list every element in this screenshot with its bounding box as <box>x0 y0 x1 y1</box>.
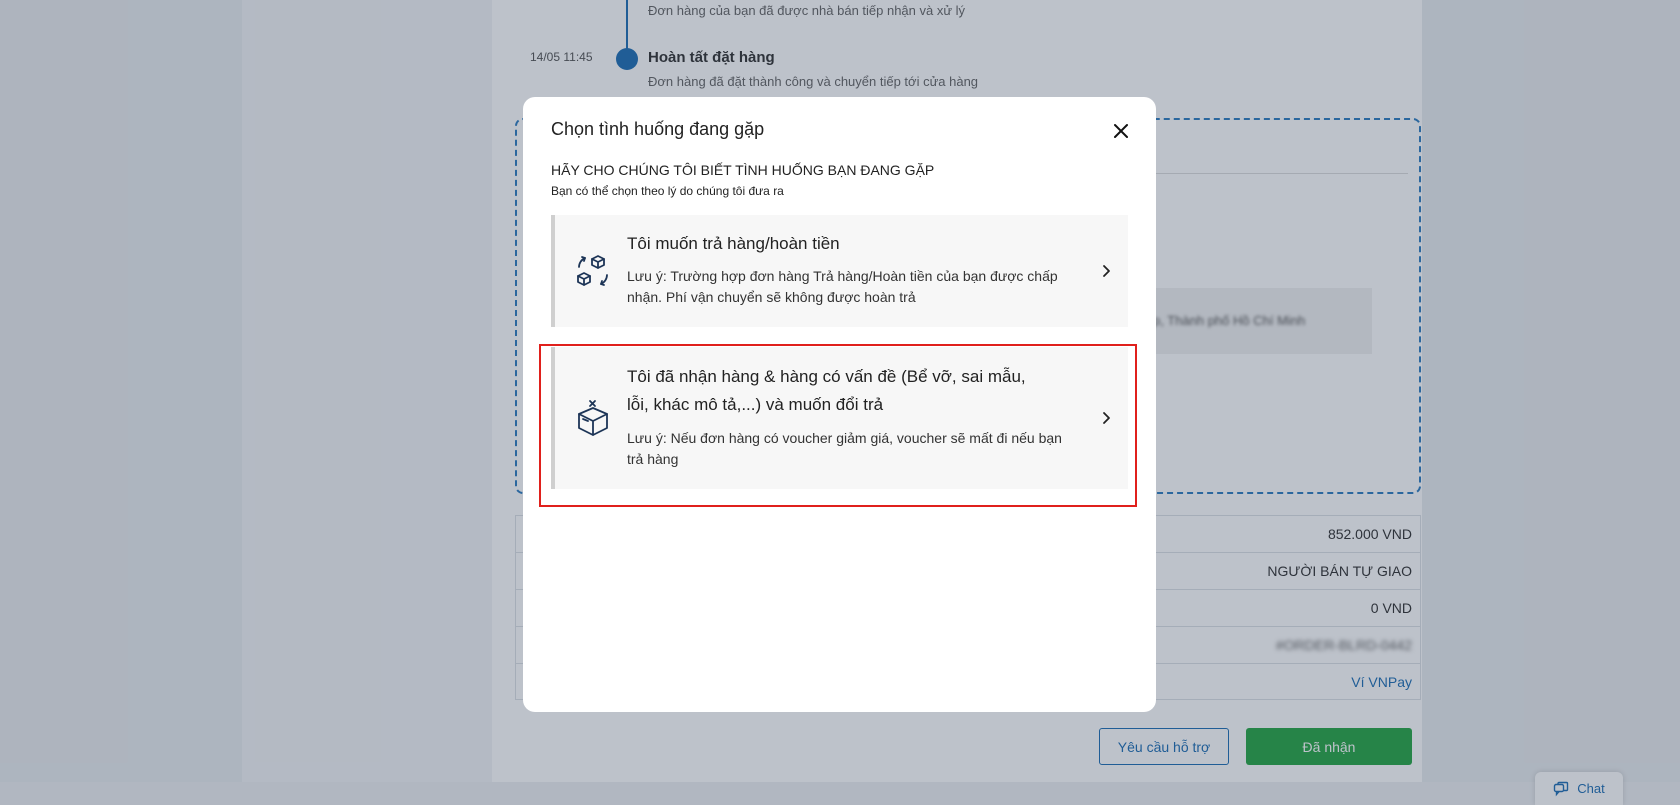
option-note: Lưu ý: Nếu đơn hàng có voucher giảm giá,… <box>627 430 1062 467</box>
modal-subheading: Bạn có thể chọn theo lý do chúng tôi đưa… <box>551 184 784 198</box>
chevron-right-icon <box>1103 412 1110 424</box>
situation-select-modal: Chọn tình huống đang gặp HÃY CHO CHÚNG T… <box>523 97 1156 712</box>
close-icon <box>1114 124 1128 138</box>
damaged-box-icon <box>578 400 608 436</box>
close-button[interactable] <box>1107 117 1135 145</box>
option-return-refund[interactable]: Tôi muốn trả hàng/hoàn tiền Lưu ý: Trườn… <box>551 215 1128 327</box>
modal-heading: HÃY CHO CHÚNG TÔI BIẾT TÌNH HUỐNG BẠN ĐA… <box>551 162 935 178</box>
option-received-damaged[interactable]: Tôi đã nhận hàng & hàng có vấn đề (Bể vỡ… <box>551 347 1128 489</box>
option-title: Tôi đã nhận hàng & hàng có vấn đề (Bể vỡ… <box>627 367 1026 414</box>
return-refund-icon <box>577 255 608 286</box>
modal-title: Chọn tình huống đang gặp <box>551 119 765 139</box>
option-note: Lưu ý: Trường hợp đơn hàng Trả hàng/Hoàn… <box>627 268 1058 305</box>
option-title: Tôi muốn trả hàng/hoàn tiền <box>627 234 840 253</box>
chevron-right-icon <box>1103 265 1110 277</box>
